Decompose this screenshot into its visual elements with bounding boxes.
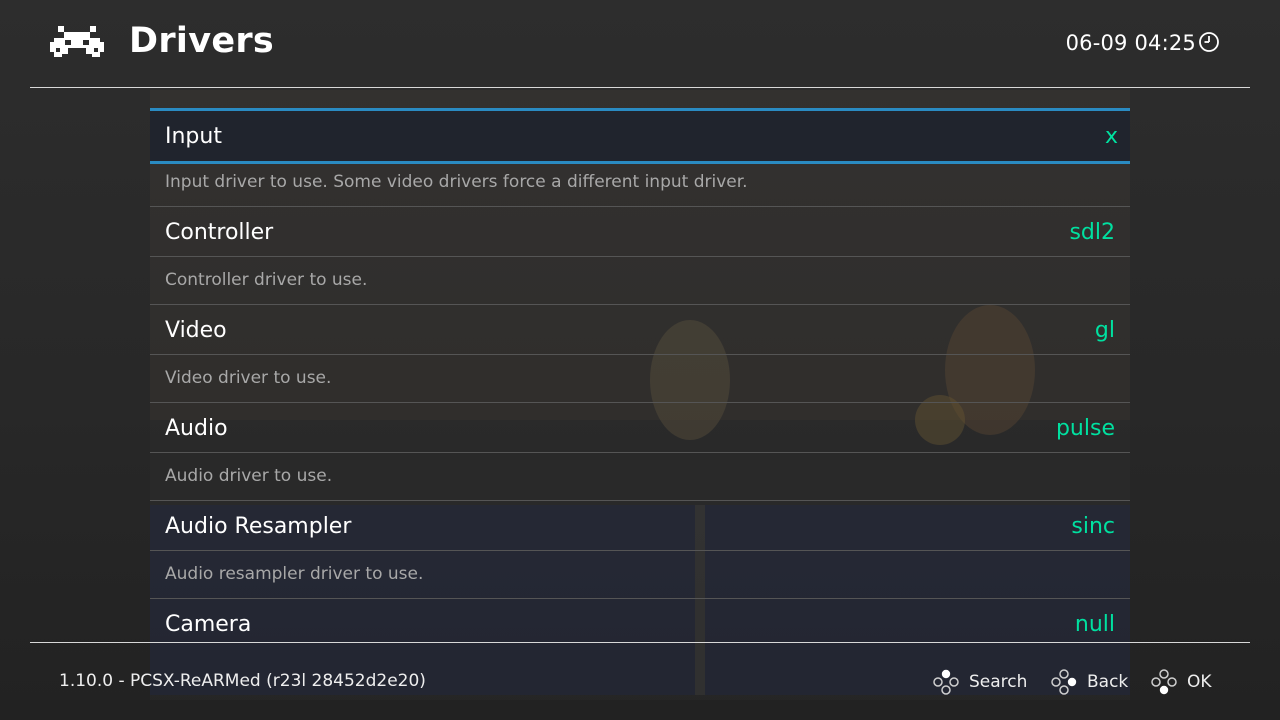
list-item-value: pulse (1055, 415, 1115, 441)
list-item-audio-resampler[interactable]: Audio Resampler sinc (150, 501, 1130, 551)
drivers-list[interactable]: Input x Input driver to use. Some video … (150, 108, 1130, 641)
list-item-controller[interactable]: Controller sdl2 (150, 207, 1130, 257)
list-item-label: Camera (165, 611, 252, 637)
list-item-label: Controller (165, 219, 274, 245)
gamepad-face-buttons-top-icon (933, 669, 959, 695)
list-item-label: Audio Resampler (165, 513, 352, 539)
list-item-label: Input (165, 123, 222, 149)
gamepad-face-buttons-bottom-icon (1151, 669, 1177, 695)
list-item-value: sinc (1071, 513, 1115, 539)
gamepad-face-buttons-right-icon (1051, 669, 1077, 695)
retroarch-window: Drivers 06-09 04:25 Input x Input driver… (0, 0, 1280, 720)
list-item-value: null (1074, 611, 1115, 637)
list-item-description: Controller driver to use. (165, 270, 368, 290)
list-item-value: sdl2 (1069, 219, 1115, 245)
search-hint[interactable]: Search (933, 669, 1027, 695)
ok-hint-label: OK (1187, 672, 1212, 692)
page-title: Drivers (129, 21, 275, 61)
back-hint[interactable]: Back (1051, 669, 1128, 695)
list-item-description: Audio driver to use. (165, 466, 333, 486)
back-hint-label: Back (1087, 672, 1129, 692)
version-info: 1.10.0 - PCSX-ReARMed (r23l 28452d2e20) (59, 671, 426, 691)
list-item-description: Input driver to use. Some video drivers … (165, 172, 748, 192)
footer-divider (30, 642, 1250, 643)
search-hint-label: Search (969, 672, 1028, 692)
list-item-label: Audio (165, 415, 228, 441)
ok-hint[interactable]: OK (1151, 669, 1212, 695)
list-item-label: Video (165, 317, 227, 343)
list-item-input[interactable]: Input x (150, 108, 1130, 164)
list-item-video[interactable]: Video gl (150, 305, 1130, 355)
list-item-value: x (1104, 123, 1118, 149)
clock-text: 06-09 04:25 (1065, 31, 1196, 55)
clock-icon (1199, 31, 1219, 52)
list-item-value: gl (1094, 317, 1115, 343)
retroarch-space-invader-icon (50, 26, 104, 57)
clock: 06-09 04:25 (1066, 31, 1220, 55)
header-divider (30, 87, 1250, 88)
header: Drivers 06-09 04:25 (0, 0, 1280, 88)
list-item-description: Video driver to use. (165, 368, 332, 388)
list-item-camera[interactable]: Camera null (150, 599, 1130, 641)
list-item-description: Audio resampler driver to use. (165, 564, 424, 584)
list-item-audio[interactable]: Audio pulse (150, 403, 1130, 453)
